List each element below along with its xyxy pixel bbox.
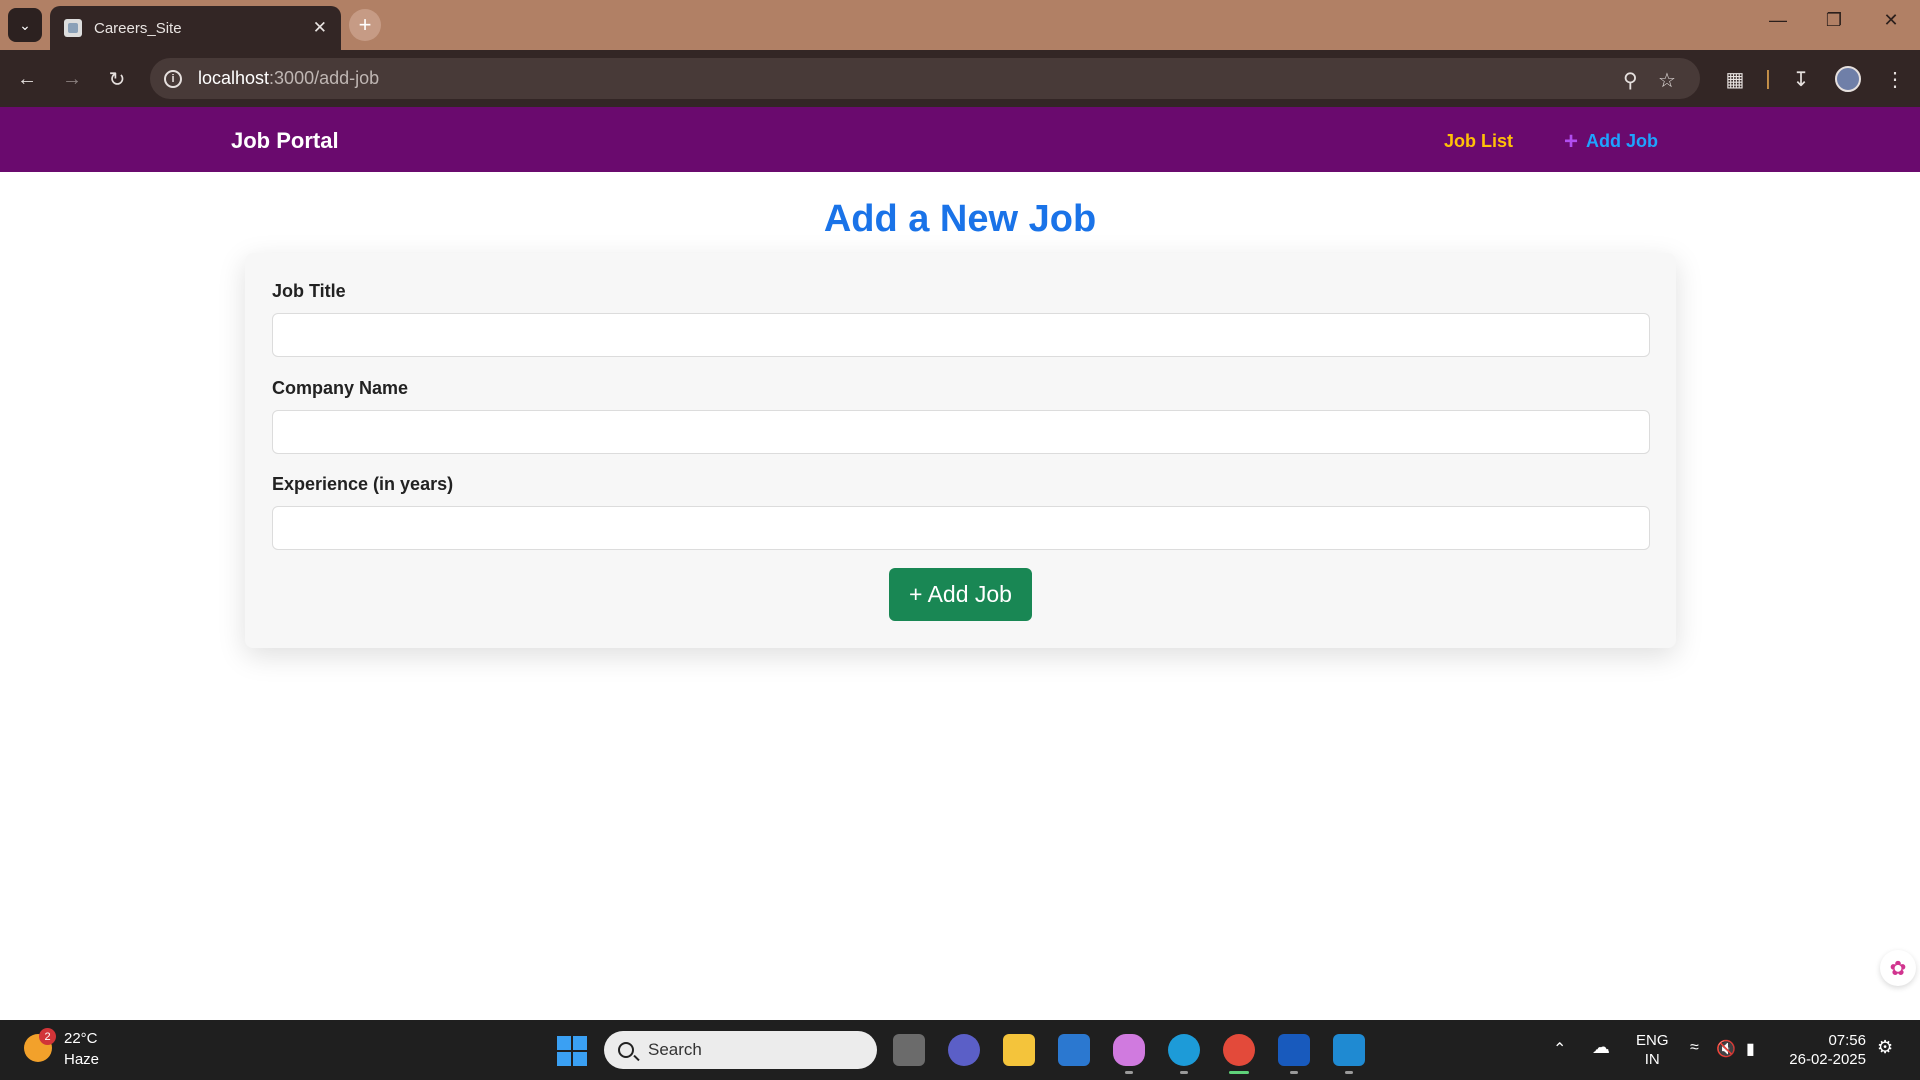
brand-logo-text[interactable]: Job Portal — [231, 128, 339, 154]
add-job-submit-button[interactable]: + Add Job — [889, 568, 1032, 621]
browser-toolbar: ← → ↻ i localhost:3000/add-job ⚲ ☆ ▦ | ↧… — [0, 50, 1920, 107]
copilot-running-indicator — [1125, 1071, 1133, 1074]
menu-kebab-icon[interactable]: ⋮ — [1880, 64, 1910, 94]
copilot-icon[interactable] — [1113, 1034, 1145, 1066]
chevron-up-icon[interactable]: ⌃ — [1553, 1039, 1566, 1059]
new-tab-button[interactable]: + — [349, 9, 381, 41]
word-running-indicator — [1290, 1071, 1298, 1074]
chrome-icon[interactable] — [1223, 1034, 1255, 1066]
tab-search-button[interactable]: ⌄ — [8, 8, 42, 42]
task-view-icon[interactable] — [893, 1034, 925, 1066]
search-icon — [618, 1042, 634, 1058]
windows-start-icon[interactable] — [557, 1036, 587, 1066]
file-explorer-icon[interactable] — [1003, 1034, 1035, 1066]
close-window-icon[interactable]: ✕ — [1871, 10, 1911, 31]
url-text[interactable]: localhost:3000/add-job — [198, 68, 379, 89]
extensions-icon[interactable]: ▦ — [1720, 64, 1750, 94]
word-icon[interactable] — [1278, 1034, 1310, 1066]
experience-label: Experience (in years) — [272, 474, 454, 494]
bookmark-star-icon[interactable]: ☆ — [1658, 68, 1676, 93]
forward-icon[interactable]: → — [57, 64, 87, 94]
edge-icon[interactable] — [1168, 1034, 1200, 1066]
weather-description[interactable]: Haze — [64, 1051, 99, 1068]
add-job-form: Job Title Company Name Experience (in ye… — [245, 253, 1676, 648]
app-navbar: Job Portal Job List + Add Job — [0, 107, 1920, 172]
plus-icon: + — [1564, 127, 1579, 155]
onedrive-cloud-icon[interactable]: ☁ — [1592, 1037, 1610, 1058]
chrome-active-indicator — [1229, 1071, 1249, 1074]
weather-temperature[interactable]: 22°C — [64, 1030, 98, 1047]
clock-date: 26-02-2025 — [1789, 1051, 1866, 1068]
language-code: ENG — [1636, 1032, 1669, 1049]
vscode-running-indicator — [1345, 1071, 1353, 1074]
speaker-muted-icon[interactable]: 🔇 — [1716, 1039, 1736, 1059]
job-title-input[interactable] — [272, 313, 1650, 357]
nav-link-add-job-label: Add Job — [1586, 131, 1659, 151]
minimize-icon[interactable]: — — [1758, 10, 1798, 31]
site-favicon-icon — [64, 19, 82, 37]
notifications-bell-icon[interactable]: ⚙ — [1877, 1037, 1893, 1058]
browser-tab-strip: ⌄ Careers_Site ✕ + — ❐ ✕ — [0, 0, 1920, 50]
close-tab-icon[interactable]: ✕ — [313, 18, 327, 38]
toolbar-divider: | — [1765, 67, 1771, 90]
tab-title: Careers_Site — [94, 19, 182, 37]
profile-avatar[interactable] — [1835, 66, 1861, 92]
back-icon[interactable]: ← — [12, 64, 42, 94]
taskbar-search-box[interactable]: Search — [604, 1031, 877, 1069]
os-taskbar: 2 22°C Haze Search ⌃ ☁ ENG IN ≈ 🔇 ▮ 07:5… — [0, 1020, 1920, 1080]
clock-time: 07:56 — [1828, 1032, 1866, 1049]
battery-icon[interactable]: ▮ — [1746, 1039, 1755, 1059]
zoom-icon[interactable]: ⚲ — [1623, 68, 1638, 93]
reload-icon[interactable]: ↻ — [102, 64, 132, 94]
edge-running-indicator — [1180, 1071, 1188, 1074]
url-path: :3000/add-job — [269, 68, 380, 88]
language-indicator[interactable]: ENG IN — [1636, 1031, 1669, 1069]
download-icon[interactable]: ↧ — [1786, 64, 1816, 94]
nav-link-job-list[interactable]: Job List — [1444, 131, 1513, 152]
microsoft-store-icon[interactable] — [1058, 1034, 1090, 1066]
weather-badge: 2 — [39, 1028, 56, 1045]
job-title-label: Job Title — [272, 281, 346, 301]
company-name-label: Company Name — [272, 378, 409, 398]
clock[interactable]: 07:56 26-02-2025 — [1786, 1031, 1866, 1069]
page-title: Add a New Job — [823, 198, 1097, 240]
experience-input[interactable] — [272, 506, 1650, 550]
wifi-icon[interactable]: ≈ — [1690, 1039, 1699, 1057]
address-bar[interactable]: i localhost:3000/add-job ⚲ ☆ — [150, 58, 1700, 99]
company-name-input[interactable] — [272, 410, 1650, 454]
teams-icon[interactable] — [948, 1034, 980, 1066]
chevron-down-icon: ⌄ — [19, 16, 31, 33]
browser-tab[interactable]: Careers_Site ✕ — [50, 6, 341, 50]
url-host: localhost — [198, 68, 270, 88]
region-code: IN — [1644, 1051, 1660, 1068]
restore-icon[interactable]: ❐ — [1814, 10, 1854, 31]
nav-link-add-job[interactable]: + Add Job — [1564, 127, 1659, 155]
sidebar-assistant-icon[interactable]: ✿ — [1880, 950, 1916, 986]
vscode-icon[interactable] — [1333, 1034, 1365, 1066]
site-info-icon[interactable]: i — [164, 69, 182, 88]
taskbar-search-placeholder: Search — [648, 1040, 702, 1059]
